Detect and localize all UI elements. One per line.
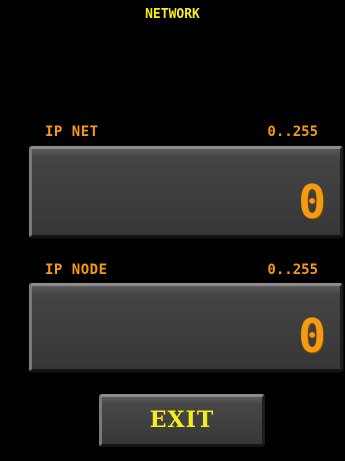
- page-title: NETWORK: [145, 7, 200, 22]
- ip-net-field[interactable]: 0: [29, 146, 343, 238]
- ip-net-value: 0: [298, 175, 326, 229]
- ip-node-range: 0..255: [267, 262, 318, 278]
- ip-net-label: IP NET: [45, 124, 99, 140]
- ip-node-label: IP NODE: [45, 262, 108, 278]
- ip-node-value: 0: [298, 309, 326, 363]
- ip-net-range: 0..255: [267, 124, 318, 140]
- exit-button[interactable]: EXIT: [99, 394, 265, 447]
- ip-node-field[interactable]: 0: [29, 283, 343, 372]
